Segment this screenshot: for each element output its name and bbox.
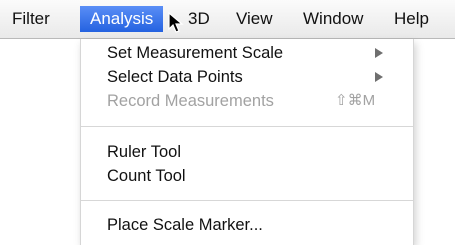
menu-item-count-tool[interactable]: Count Tool [81,164,413,188]
menu-item-label: Set Measurement Scale [107,44,284,62]
menu-item-place-scale-marker[interactable]: Place Scale Marker... [81,213,413,237]
menu-item-set-measurement-scale[interactable]: Set Measurement Scale [81,41,413,65]
menu-item-ruler-tool[interactable]: Ruler Tool [81,140,413,164]
menu-item-label: Count Tool [107,167,186,185]
menu-item-select-data-points[interactable]: Select Data Points [81,65,413,89]
menu-filter[interactable]: Filter [12,6,50,32]
menu-bar: Filter Analysis 3D View Window Help [0,0,455,39]
menu-item-label: Select Data Points [107,68,243,86]
menu-item-label: Ruler Tool [107,143,181,161]
menu-3d[interactable]: 3D [188,6,210,32]
menu-separator [81,200,413,201]
arrow-cursor-icon [168,12,184,33]
menu-item-label: Place Scale Marker... [107,216,263,234]
menu-analysis[interactable]: Analysis [80,6,164,32]
analysis-dropdown-menu: Set Measurement Scale Select Data Points… [80,39,414,245]
menu-view[interactable]: View [236,6,273,32]
menu-item-record-measurements: Record Measurements ⇧⌘M [81,89,413,113]
triangle-right-icon [375,72,383,82]
menu-item-label: Record Measurements [107,92,274,110]
menu-window[interactable]: Window [303,6,363,32]
menu-separator [81,126,413,127]
menu-help[interactable]: Help [394,6,429,32]
shortcut-label: ⇧⌘M [335,92,376,109]
triangle-right-icon [375,48,383,58]
